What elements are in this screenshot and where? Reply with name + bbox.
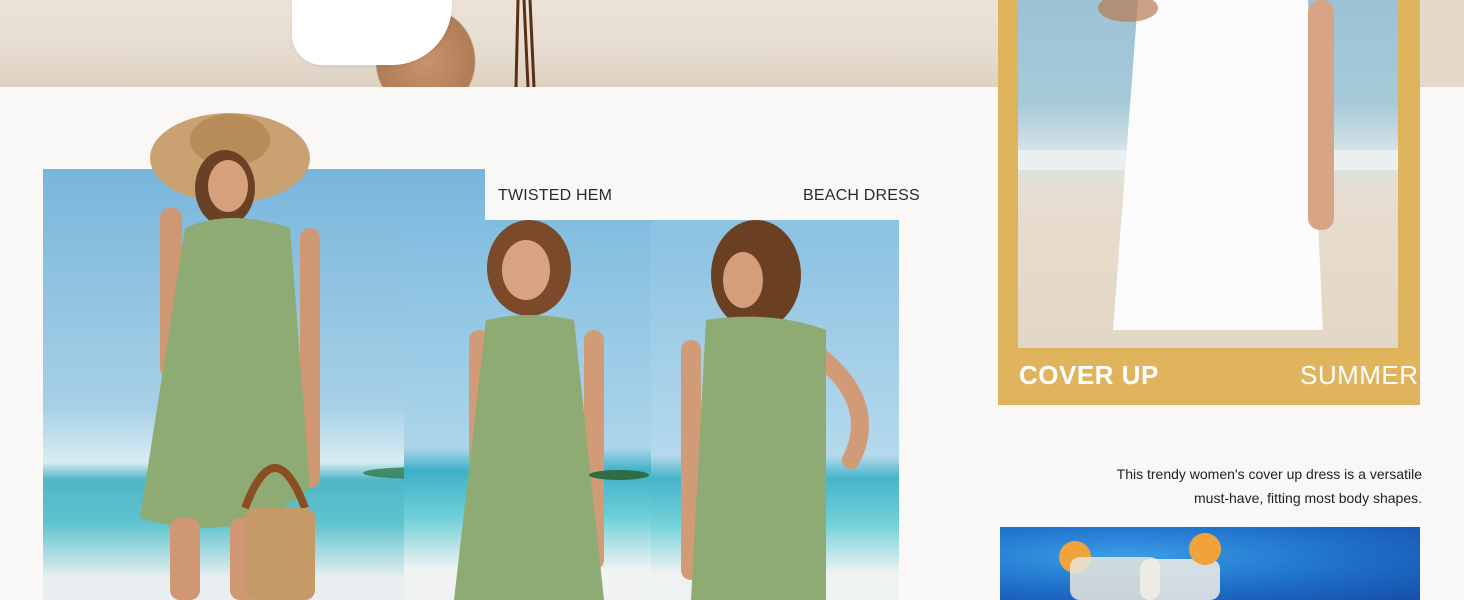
cover-up-title: COVER UP xyxy=(1019,360,1159,390)
description-line-1: This trendy women's cover up dress is a … xyxy=(1116,466,1422,482)
front-view-photo xyxy=(404,220,651,600)
white-dress-graphic xyxy=(1018,0,1398,330)
white-dress-photo xyxy=(1018,0,1398,348)
model-back-graphic xyxy=(681,220,869,600)
pool-drinks-graphic xyxy=(1059,533,1221,600)
twisted-hem-label: TWISTED HEM xyxy=(498,187,613,204)
right-beach-strip xyxy=(1420,0,1464,87)
bag-strap-icon xyxy=(514,0,536,87)
model-front-graphic xyxy=(454,220,649,600)
pool-drinks-photo xyxy=(1000,527,1420,600)
description-line-2: must-have, fitting most body shapes. xyxy=(1194,490,1422,506)
model-green-dress xyxy=(140,113,320,600)
back-view-photo xyxy=(651,220,899,600)
product-description: This trendy women's cover up dress is a … xyxy=(1050,462,1422,510)
beach-dress-label: BEACH DRESS xyxy=(803,187,920,204)
summer-subtitle: SUMMER xyxy=(1300,360,1419,390)
